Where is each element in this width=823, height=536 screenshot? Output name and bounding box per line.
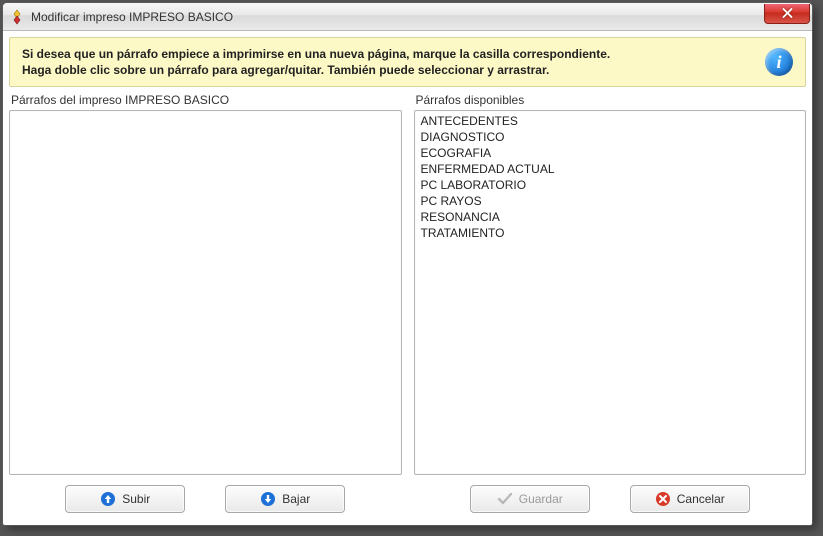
cancel-icon	[655, 491, 671, 507]
selected-paragraphs-list[interactable]	[9, 110, 402, 475]
cancel-label: Cancelar	[677, 492, 725, 506]
list-item[interactable]: ENFERMEDAD ACTUAL	[419, 161, 802, 177]
close-button[interactable]	[764, 4, 810, 24]
save-button: Guardar	[470, 485, 590, 513]
save-label: Guardar	[519, 492, 563, 506]
move-up-label: Subir	[122, 492, 150, 506]
move-down-label: Bajar	[282, 492, 310, 506]
info-banner: Si desea que un párrafo empiece a imprim…	[9, 37, 806, 87]
info-banner-text: Si desea que un párrafo empiece a imprim…	[22, 46, 765, 78]
titlebar: Modificar impreso IMPRESO BASICO	[3, 3, 812, 31]
arrow-up-icon	[100, 491, 116, 507]
move-up-button[interactable]: Subir	[65, 485, 185, 513]
list-item[interactable]: ECOGRAFIA	[419, 145, 802, 161]
move-down-button[interactable]: Bajar	[225, 485, 345, 513]
right-list-label: Párrafos disponibles	[414, 91, 807, 110]
available-paragraphs-list[interactable]: ANTECEDENTESDIAGNOSTICOECOGRAFIAENFERMED…	[414, 110, 807, 475]
list-item[interactable]: RESONANCIA	[419, 209, 802, 225]
dialog-window: Modificar impreso IMPRESO BASICO Si dese…	[2, 2, 813, 526]
arrow-down-icon	[260, 491, 276, 507]
check-icon	[497, 491, 513, 507]
left-list-label: Párrafos del impreso IMPRESO BASICO	[9, 91, 402, 110]
list-item[interactable]: PC RAYOS	[419, 193, 802, 209]
window-title: Modificar impreso IMPRESO BASICO	[31, 10, 764, 24]
info-icon: i	[765, 48, 793, 76]
list-item[interactable]: DIAGNOSTICO	[419, 129, 802, 145]
cancel-button[interactable]: Cancelar	[630, 485, 750, 513]
app-icon	[9, 9, 25, 25]
list-item[interactable]: TRATAMIENTO	[419, 225, 802, 241]
list-item[interactable]: PC LABORATORIO	[419, 177, 802, 193]
list-item[interactable]: ANTECEDENTES	[419, 113, 802, 129]
